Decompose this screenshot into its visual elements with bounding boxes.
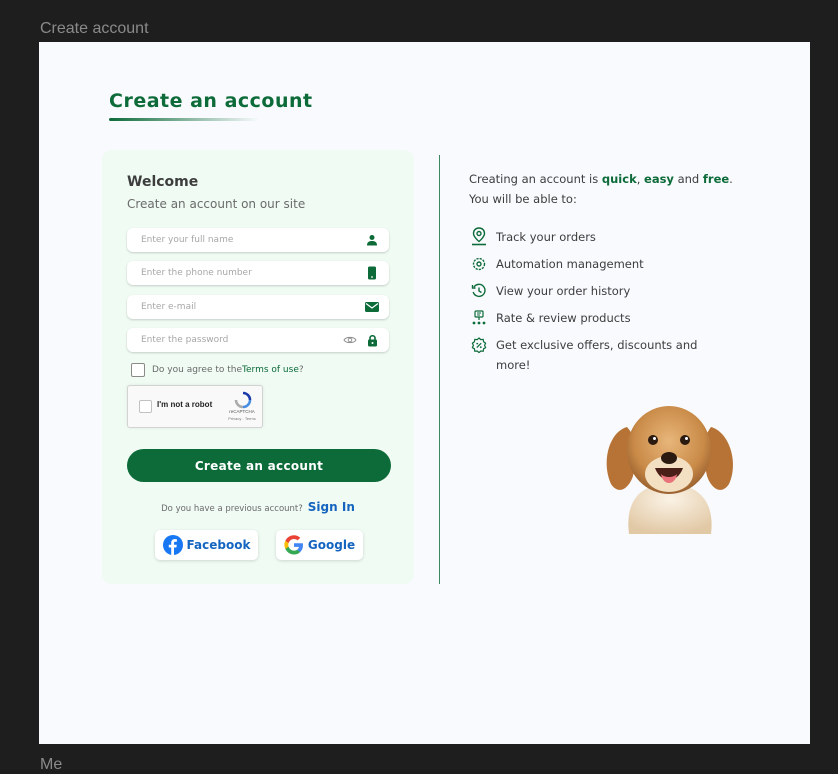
welcome-heading: Welcome bbox=[127, 174, 199, 190]
lock-icon bbox=[365, 333, 379, 347]
email-input[interactable] bbox=[127, 301, 365, 313]
email-field bbox=[127, 295, 389, 319]
signup-card: Welcome Create an account on our site En… bbox=[102, 150, 414, 584]
eye-icon[interactable] bbox=[343, 333, 357, 347]
signin-link[interactable]: Sign In bbox=[308, 500, 355, 514]
recaptcha-links[interactable]: Privacy - Terms bbox=[226, 416, 258, 421]
intro-easy: easy bbox=[644, 172, 674, 186]
intro-period: . bbox=[729, 172, 733, 186]
phone-field bbox=[127, 261, 389, 285]
puppy-image bbox=[599, 392, 741, 534]
recaptcha-brand: reCAPTCHA bbox=[229, 409, 255, 414]
page-title: Create an account bbox=[109, 90, 313, 112]
benefit-item: Track your orders bbox=[469, 227, 706, 247]
benefit-label: Track your orders bbox=[496, 230, 596, 244]
terms-prefix: Do you agree to the bbox=[152, 365, 243, 375]
user-icon bbox=[365, 233, 379, 247]
terms-agreement: Do you agree to the Terms of use ? bbox=[131, 363, 304, 377]
benefit-label: View your order history bbox=[496, 284, 631, 298]
benefit-label: Automation management bbox=[496, 257, 644, 271]
intro-free: free bbox=[702, 172, 730, 186]
google-button[interactable]: Google bbox=[276, 530, 363, 560]
benefit-item: View your order history bbox=[469, 281, 706, 301]
terms-of-use-link[interactable]: Terms of use bbox=[242, 365, 299, 375]
intro-comma: , bbox=[636, 172, 645, 186]
discount-icon bbox=[469, 335, 489, 355]
google-icon bbox=[284, 535, 304, 555]
rating-icon bbox=[469, 308, 489, 328]
recaptcha-logo-icon bbox=[234, 391, 252, 409]
facebook-button[interactable]: Facebook bbox=[155, 530, 258, 560]
recaptcha-label: I'm not a robot bbox=[157, 400, 213, 409]
welcome-subtitle: Create an account on our site bbox=[127, 197, 306, 211]
facebook-icon bbox=[162, 535, 183, 555]
intro-and: and bbox=[673, 172, 703, 186]
facebook-label: Facebook bbox=[186, 538, 251, 552]
next-frame-title: Me bbox=[40, 756, 63, 773]
password-input[interactable] bbox=[127, 334, 343, 346]
signin-row: Do you have a previous account? Sign In bbox=[102, 500, 414, 514]
signin-prompt: Do you have a previous account? bbox=[161, 504, 303, 514]
terms-checkbox[interactable] bbox=[131, 363, 145, 377]
gear-icon bbox=[469, 254, 489, 274]
benefits-list: Track your orders Automation management … bbox=[469, 227, 706, 382]
intro-line-1: Creating an account is bbox=[469, 172, 602, 186]
intro-quick: quick bbox=[601, 172, 637, 186]
benefit-label: Rate & review products bbox=[496, 311, 631, 325]
envelope-icon bbox=[365, 300, 379, 314]
benefit-label: Get exclusive offers, discounts and more… bbox=[496, 338, 698, 372]
frame-title: Create account bbox=[40, 20, 149, 37]
full-name-field bbox=[127, 228, 389, 252]
history-icon bbox=[469, 281, 489, 301]
password-field bbox=[127, 328, 389, 352]
terms-suffix: ? bbox=[298, 365, 304, 375]
create-account-page: Create an account Welcome Create an acco… bbox=[39, 42, 810, 744]
recaptcha-checkbox[interactable] bbox=[139, 400, 152, 413]
benefit-item: Automation management bbox=[469, 254, 706, 274]
intro-text: Creating an account is quick, easy and f… bbox=[469, 169, 759, 209]
benefit-item: Rate & review products bbox=[469, 308, 706, 328]
google-label: Google bbox=[307, 538, 356, 552]
phone-input[interactable] bbox=[127, 267, 365, 279]
create-account-button[interactable]: Create an account bbox=[127, 449, 391, 482]
phone-icon bbox=[365, 266, 379, 280]
location-pin-icon bbox=[469, 227, 489, 247]
recaptcha-widget: I'm not a robot reCAPTCHA Privacy - Term… bbox=[127, 385, 263, 428]
section-divider bbox=[439, 155, 440, 584]
full-name-input[interactable] bbox=[127, 234, 365, 246]
benefit-item: Get exclusive offers, discounts and more… bbox=[469, 335, 706, 375]
intro-line-2: You will be able to: bbox=[469, 192, 577, 206]
title-underline bbox=[109, 118, 259, 121]
